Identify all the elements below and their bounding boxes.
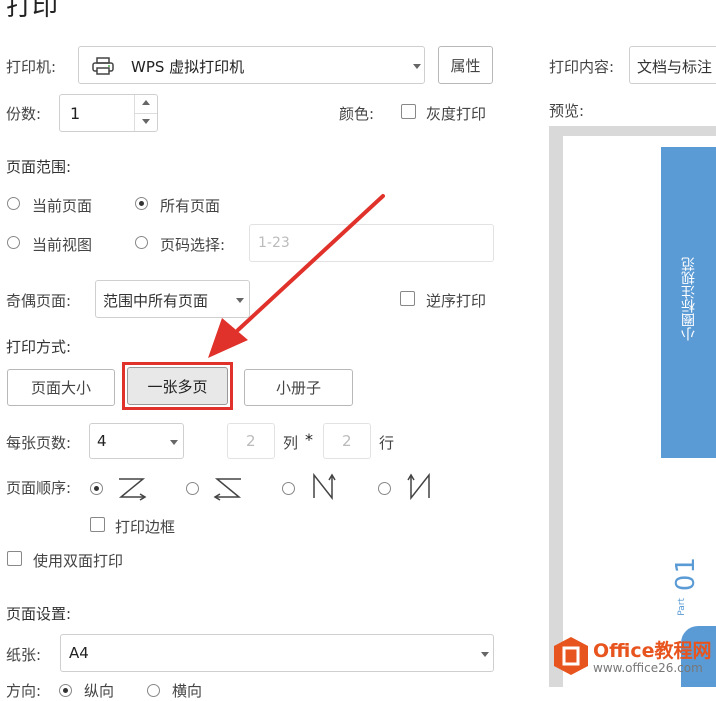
cols-label: 列 [283, 434, 299, 452]
radio-order-reverse-z[interactable] [186, 482, 199, 495]
preview-label: 预览: [549, 102, 585, 120]
preview-pane: 小圈标注规范 01 Part [549, 126, 716, 687]
watermark: Office教程网 www.office26.com [551, 632, 716, 687]
pages-per-sheet-select[interactable]: 4 [89, 423, 184, 459]
page-setup-heading: 页面设置: [6, 605, 72, 623]
landscape-label: 横向 [172, 682, 203, 700]
pages-per-sheet-label: 每张页数: [6, 434, 72, 452]
radio-order-z[interactable] [90, 482, 103, 495]
preview-banner-text: 小圈标注规范 [681, 257, 697, 341]
page-order-label: 页面顺序: [6, 479, 72, 497]
paper-select[interactable]: A4 [60, 634, 494, 672]
print-content-value: 文档与标注 [637, 58, 713, 76]
print-border-label: 打印边框 [115, 518, 176, 536]
order-z-icon [118, 478, 147, 501]
radio-landscape[interactable] [147, 684, 160, 697]
rows-label: 行 [379, 434, 395, 452]
preview-banner: 小圈标注规范 [661, 147, 716, 458]
pages-per-sheet-value: 4 [97, 432, 107, 450]
print-content-label: 打印内容: [549, 58, 615, 76]
chevron-down-icon [170, 440, 178, 445]
preview-part-number: 01 [671, 556, 701, 592]
orientation-label: 方向: [6, 682, 42, 700]
preview-page: 小圈标注规范 01 Part [563, 136, 716, 687]
order-reverse-z-icon [213, 478, 242, 501]
preview-part-label: Part [677, 598, 687, 616]
paper-label: 纸张: [6, 646, 42, 664]
rows-input[interactable]: 2 [323, 423, 371, 459]
order-reverse-n-icon [407, 472, 430, 501]
print-content-select[interactable]: 文档与标注 [629, 46, 716, 84]
cols-input[interactable]: 2 [227, 423, 275, 459]
watermark-url: www.office26.com [593, 661, 703, 675]
chevron-down-icon [481, 652, 489, 657]
rows-value: 2 [342, 432, 352, 450]
duplex-checkbox[interactable] [7, 551, 22, 566]
office-logo-icon [554, 637, 588, 675]
watermark-brand: Office教程网 [593, 640, 712, 662]
radio-order-reverse-n[interactable] [378, 482, 391, 495]
paper-value: A4 [69, 644, 89, 662]
portrait-label: 纵向 [84, 682, 115, 700]
times-symbol: * [305, 430, 313, 449]
radio-portrait[interactable] [59, 684, 72, 697]
print-border-checkbox[interactable] [90, 517, 105, 532]
order-n-icon [313, 472, 336, 501]
cols-value: 2 [246, 432, 256, 450]
radio-order-n[interactable] [282, 482, 295, 495]
duplex-label: 使用双面打印 [33, 552, 124, 570]
